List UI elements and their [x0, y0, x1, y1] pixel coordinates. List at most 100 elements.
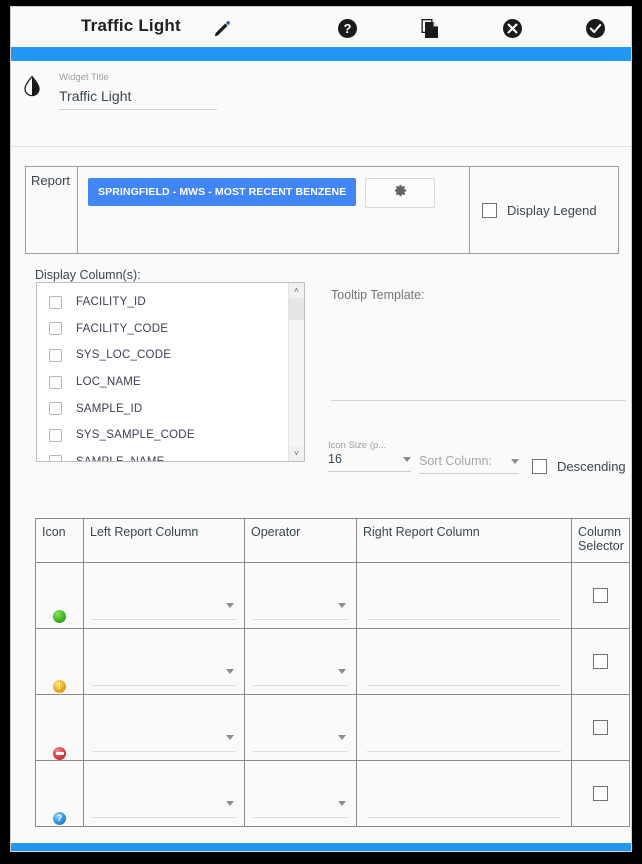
list-item[interactable]: FACILITY_CODE	[37, 316, 288, 343]
widget-title-field[interactable]: Widget Title Traffic Light	[59, 71, 217, 110]
report-block: Report SPRINGFIELD - MWS - MOST RECENT B…	[25, 166, 619, 254]
contrast-droplet-icon	[21, 75, 43, 97]
widget-title-value[interactable]: Traffic Light	[59, 84, 217, 107]
header-column-selector: Column Selector	[571, 518, 630, 563]
row-left-column-cell[interactable]	[83, 760, 245, 827]
list-item[interactable]: SAMPLE_ID	[37, 395, 288, 422]
chevron-down-icon[interactable]	[403, 457, 411, 462]
display-columns-listbox[interactable]: FACILITY_ID FACILITY_CODE SYS_LOC_CODE L…	[36, 282, 305, 462]
display-legend-checkbox[interactable]	[482, 202, 497, 218]
chevron-down-icon[interactable]	[226, 735, 234, 740]
row-icon-cell[interactable]: ?	[35, 760, 84, 827]
row-left-column-cell[interactable]	[83, 694, 245, 761]
row-right-column-cell[interactable]	[356, 628, 572, 695]
column-selector-checkbox[interactable]	[593, 720, 608, 735]
page-title: Traffic Light	[81, 16, 181, 35]
list-item[interactable]: SAMPLE_NAME	[37, 449, 288, 461]
scroll-up-icon[interactable]: ˄	[289, 283, 304, 298]
list-item-checkbox[interactable]	[49, 455, 62, 461]
row-right-column-cell[interactable]	[356, 694, 572, 761]
tooltip-template-input[interactable]	[331, 400, 626, 401]
chevron-down-icon[interactable]	[226, 669, 234, 674]
list-item-checkbox[interactable]	[49, 295, 62, 309]
widget-title-underline	[59, 109, 217, 110]
widget-title-label: Widget Title	[59, 72, 109, 83]
list-item-checkbox[interactable]	[49, 348, 62, 362]
list-item-label: LOC_NAME	[76, 376, 141, 389]
row-column-selector-cell[interactable]	[571, 694, 630, 761]
row-icon-cell[interactable]	[35, 694, 84, 761]
descending-checkbox[interactable]	[532, 459, 547, 474]
widget-title-row: Widget Title Traffic Light	[11, 61, 631, 147]
chevron-down-icon[interactable]	[511, 459, 519, 464]
row-right-column-cell[interactable]	[356, 760, 572, 827]
list-item[interactable]: SYS_LOC_CODE	[37, 342, 288, 369]
column-selector-checkbox[interactable]	[593, 654, 608, 669]
row-operator-cell[interactable]	[244, 694, 357, 761]
list-item-label: SYS_SAMPLE_CODE	[76, 429, 195, 442]
row-column-selector-cell[interactable]	[571, 760, 630, 827]
report-label: Report	[26, 167, 78, 253]
table-row	[35, 694, 630, 761]
row-column-selector-cell[interactable]	[571, 562, 630, 629]
display-legend-label: Display Legend	[507, 202, 597, 218]
list-item-checkbox[interactable]	[49, 375, 62, 389]
copy-document-icon[interactable]	[419, 17, 441, 39]
close-icon[interactable]	[501, 17, 523, 39]
column-selector-checkbox[interactable]	[593, 588, 608, 603]
tooltip-template-label: Tooltip Template:	[331, 288, 425, 302]
row-column-selector-cell[interactable]	[571, 628, 630, 695]
chevron-down-icon[interactable]	[338, 603, 346, 608]
list-item[interactable]: FACILITY_ID	[37, 289, 288, 316]
list-item-checkbox[interactable]	[49, 402, 62, 416]
list-item-checkbox[interactable]	[49, 428, 62, 442]
svg-text:?: ?	[343, 21, 351, 36]
sort-column-placeholder: Sort Column:	[419, 454, 492, 468]
confirm-icon[interactable]	[584, 17, 606, 39]
row-icon-cell[interactable]: !	[35, 628, 84, 695]
row-operator-cell[interactable]	[244, 628, 357, 695]
status-light-blue-unknown: ?	[53, 812, 66, 825]
header-left-report-column: Left Report Column	[83, 518, 245, 563]
list-item-label: SYS_LOC_CODE	[76, 349, 172, 362]
titlebar: Traffic Light ?	[11, 7, 631, 47]
bottom-accent-bar	[11, 843, 631, 851]
sort-column-field[interactable]: Sort Column:	[419, 454, 519, 474]
list-item[interactable]: SYS_SAMPLE_CODE	[37, 422, 288, 449]
sort-column-underline	[419, 473, 519, 474]
row-left-column-cell[interactable]	[83, 628, 245, 695]
list-item-label: FACILITY_ID	[76, 296, 146, 309]
traffic-light-rules-table: Icon Left Report Column Operator Right R…	[35, 518, 630, 827]
scrollbar-thumb[interactable]	[289, 298, 304, 320]
row-operator-cell[interactable]	[244, 562, 357, 629]
traffic-light-widget-window: Traffic Light ? Widget Title Traffic Lig…	[10, 6, 632, 852]
display-columns-scrollbar[interactable]: ˄ ˅	[288, 283, 304, 461]
title-accent-bar	[11, 47, 631, 61]
icon-size-field[interactable]: Icon Size (p... 16	[328, 439, 411, 472]
row-right-column-cell[interactable]	[356, 562, 572, 629]
scroll-down-icon[interactable]: ˅	[289, 446, 304, 461]
edit-pencil-icon[interactable]	[211, 17, 233, 39]
chevron-down-icon[interactable]	[338, 735, 346, 740]
row-icon-cell[interactable]	[35, 562, 84, 629]
list-item[interactable]: LOC_NAME	[37, 369, 288, 396]
report-settings-gear-button[interactable]	[365, 178, 436, 208]
help-icon[interactable]: ?	[336, 17, 358, 39]
icon-size-underline	[328, 471, 411, 472]
column-selector-checkbox[interactable]	[593, 786, 608, 801]
chevron-down-icon[interactable]	[338, 669, 346, 674]
chevron-down-icon[interactable]	[226, 603, 234, 608]
display-legend-cell: Display Legend	[470, 167, 618, 253]
chevron-down-icon[interactable]	[338, 801, 346, 806]
table-row: ?	[35, 760, 630, 827]
header-operator: Operator	[244, 518, 357, 563]
row-operator-cell[interactable]	[244, 760, 357, 827]
list-item-label: FACILITY_CODE	[76, 322, 169, 335]
list-item-checkbox[interactable]	[49, 322, 62, 336]
descending-label: Descending	[557, 459, 626, 474]
status-light-green	[53, 610, 66, 623]
report-selection-cell: SPRINGFIELD - MWS - MOST RECENT BENZENE	[78, 167, 470, 253]
chevron-down-icon[interactable]	[226, 801, 234, 806]
row-left-column-cell[interactable]	[83, 562, 245, 629]
report-chip[interactable]: SPRINGFIELD - MWS - MOST RECENT BENZENE	[88, 178, 357, 206]
